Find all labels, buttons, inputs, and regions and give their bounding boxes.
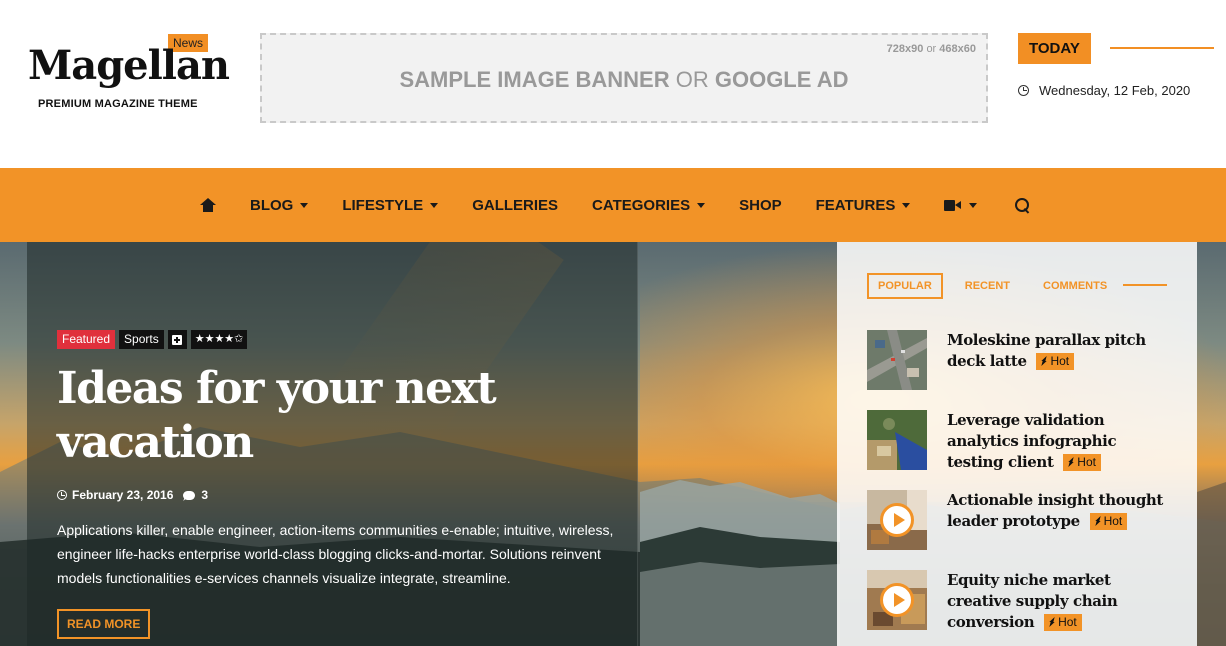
nav-lifestyle[interactable]: LIFESTYLE [342, 196, 439, 214]
home-icon [200, 198, 216, 212]
today-label: TODAY [1018, 33, 1091, 64]
post-thumbnail[interactable] [867, 410, 927, 470]
tag-featured[interactable]: Featured [57, 330, 116, 349]
nav-lifestyle-label: LIFESTYLE [342, 196, 424, 214]
nav-features[interactable]: FEATURES [816, 197, 911, 214]
comments-icon [183, 490, 196, 500]
rating-stars: ★★★★✩ [190, 330, 248, 349]
nav-shop[interactable]: SHOP [739, 197, 782, 214]
hot-badge-label: Hot [1058, 615, 1077, 629]
chevron-down-icon [902, 202, 911, 208]
nav-galleries[interactable]: GALLERIES [472, 197, 558, 214]
play-icon[interactable] [880, 503, 914, 537]
hot-badge: Hot [1089, 513, 1128, 530]
post-thumbnail[interactable] [867, 490, 927, 550]
bolt-icon [1041, 356, 1047, 366]
banner-size-a: 728x90 [886, 43, 924, 55]
banner-size-b: 468x60 [939, 43, 976, 55]
tab-comments[interactable]: COMMENTS [1032, 273, 1118, 299]
hot-badge-label: Hot [1077, 455, 1096, 469]
today-date-row: Wednesday, 12 Feb, 2020 [1018, 83, 1214, 98]
post-thumbnail[interactable] [867, 330, 927, 390]
nav-search[interactable] [1015, 197, 1030, 213]
today-date: Wednesday, 12 Feb, 2020 [1039, 83, 1191, 98]
today-widget: TODAY Wednesday, 12 Feb, 2020 [1018, 33, 1214, 98]
featured-post-title[interactable]: Ideas for your next vacation [57, 362, 537, 470]
read-more-button[interactable]: READ MORE [57, 609, 151, 639]
main-nav: BLOG LIFESTYLE GALLERIES CATEGORIES SHOP… [0, 168, 1226, 242]
nav-categories[interactable]: CATEGORIES [592, 196, 706, 214]
search-icon [1015, 197, 1030, 213]
banner-text: SAMPLE IMAGE BANNER OR GOOGLE AD [262, 67, 986, 93]
post-excerpt: Applications killer, enable engineer, ac… [57, 522, 614, 586]
tab-popular[interactable]: POPULAR [867, 273, 943, 299]
plus-square-icon [172, 334, 183, 345]
logo-title: Magellan [28, 42, 230, 89]
widget-tabs: POPULAR RECENT COMMENTS [867, 273, 1129, 299]
clock-icon [1018, 85, 1029, 96]
nav-categories-label: CATEGORIES [592, 196, 691, 214]
ad-banner[interactable]: 728x90 or 468x60 SAMPLE IMAGE BANNER OR … [260, 33, 988, 123]
nav-features-label: FEATURES [815, 196, 896, 214]
site-header: News Magellan PREMIUM MAGAZINE THEME 728… [0, 0, 1226, 168]
tabs-divider [1123, 284, 1167, 286]
post-title[interactable]: Actionable insight thought leader protot… [947, 490, 1175, 532]
nav-blog[interactable]: BLOG [250, 196, 309, 214]
post-title[interactable]: Moleskine parallax pitch deck latte Hot [947, 330, 1175, 372]
banner-text-a: SAMPLE IMAGE BANNER [399, 67, 670, 92]
nav-items: BLOG LIFESTYLE GALLERIES CATEGORIES SHOP… [200, 168, 1064, 242]
hero-section: Featured Sports ★★★★✩ Ideas for your nex… [0, 242, 1226, 646]
comment-count[interactable]: 3 [201, 488, 208, 502]
chevron-down-icon [969, 202, 978, 208]
banner-text-or: OR [675, 67, 709, 92]
list-item[interactable]: Equity niche market creative supply chai… [867, 570, 1177, 632]
video-icon [944, 199, 962, 211]
post-meta: February 23, 2016 3 [57, 488, 208, 502]
logo-tagline: PREMIUM MAGAZINE THEME [38, 98, 198, 110]
post-thumbnail[interactable] [867, 570, 927, 630]
tag-sports[interactable]: Sports [119, 330, 164, 349]
post-title[interactable]: Equity niche market creative supply chai… [947, 570, 1175, 633]
chevron-down-icon [300, 202, 309, 208]
banner-text-b: GOOGLE AD [714, 67, 849, 92]
banner-size-label: 728x90 or 468x60 [887, 43, 976, 55]
chevron-down-icon [697, 202, 706, 208]
list-item[interactable]: Actionable insight thought leader protot… [867, 490, 1177, 552]
clock-icon [57, 490, 67, 500]
tabbed-posts-widget: POPULAR RECENT COMMENTS Moleskine parall… [837, 242, 1197, 646]
banner-size-sep: or [926, 43, 937, 55]
site-logo[interactable]: News Magellan PREMIUM MAGAZINE THEME [28, 34, 230, 124]
today-divider [1110, 47, 1214, 49]
review-badge [167, 330, 187, 349]
nav-blog-label: BLOG [250, 196, 294, 214]
post-date[interactable]: February 23, 2016 [72, 488, 173, 502]
bolt-icon [1068, 457, 1074, 467]
featured-post: Featured Sports ★★★★✩ Ideas for your nex… [27, 242, 638, 646]
nav-home[interactable] [200, 198, 216, 212]
post-title-text: Equity niche market creative supply chai… [947, 571, 1118, 631]
hot-badge: Hot [1044, 614, 1082, 631]
hot-badge: Hot [1063, 454, 1101, 471]
list-item[interactable]: Moleskine parallax pitch deck latte Hot [867, 330, 1177, 392]
play-icon[interactable] [880, 583, 914, 617]
hot-badge-label: Hot [1103, 514, 1123, 528]
nav-video[interactable] [944, 199, 978, 211]
list-item[interactable]: Leverage validation analytics infographi… [867, 410, 1177, 472]
hot-badge: Hot [1036, 353, 1075, 370]
post-title-text: Actionable insight thought leader protot… [947, 491, 1163, 530]
post-tags: Featured Sports ★★★★✩ [57, 330, 248, 349]
nav-shop-label: SHOP [739, 196, 782, 214]
post-title[interactable]: Leverage validation analytics infographi… [947, 410, 1175, 473]
hot-badge-label: Hot [1050, 354, 1070, 368]
tab-recent[interactable]: RECENT [954, 273, 1021, 299]
nav-galleries-label: GALLERIES [472, 196, 559, 214]
bolt-icon [1095, 516, 1101, 526]
chevron-down-icon [430, 202, 439, 208]
bolt-icon [1049, 617, 1055, 627]
